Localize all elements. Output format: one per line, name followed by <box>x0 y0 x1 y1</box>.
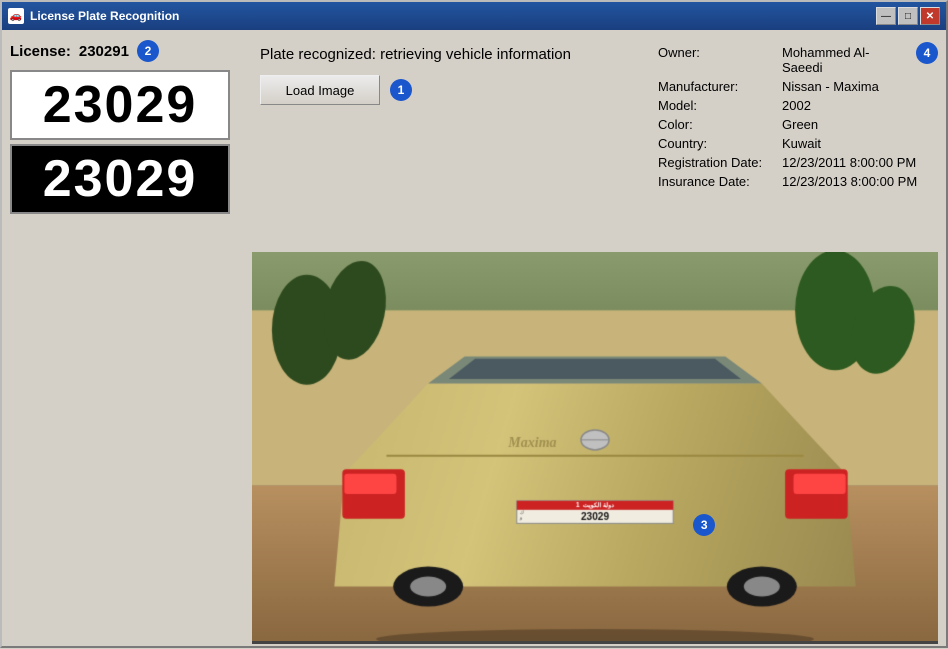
license-number: 230291 <box>79 43 129 60</box>
badge-4: 4 <box>916 42 938 64</box>
owner-label: Owner: <box>658 45 778 60</box>
plate-image-top: 23029 <box>10 70 230 140</box>
load-btn-row: Load Image 1 <box>260 75 648 105</box>
title-bar-buttons: — □ ✕ <box>876 7 940 25</box>
main-window: 🚗 License Plate Recognition — □ ✕ Licens… <box>0 0 948 648</box>
model-label: Model: <box>658 98 778 113</box>
badge-2: 2 <box>137 40 159 62</box>
car-canvas <box>252 252 938 641</box>
title-bar: 🚗 License Plate Recognition — □ ✕ <box>2 2 946 30</box>
owner-row: Owner: Mohammed Al-Saeedi 4 <box>658 42 938 75</box>
plate-number-white: 23029 <box>43 75 198 135</box>
title-bar-left: 🚗 License Plate Recognition <box>8 8 179 24</box>
reg-date-row: Registration Date: 12/23/2011 8:00:00 PM <box>658 155 938 170</box>
color-label: Color: <box>658 117 778 132</box>
plate-image-bottom: 23029 <box>10 144 230 214</box>
color-row: Color: Green <box>658 117 938 132</box>
reg-date-label: Registration Date: <box>658 155 778 170</box>
close-button[interactable]: ✕ <box>920 7 940 25</box>
maximize-button[interactable]: □ <box>898 7 918 25</box>
manufacturer-label: Manufacturer: <box>658 79 778 94</box>
plate-number-dark: 23029 <box>43 149 198 209</box>
country-value: Kuwait <box>782 136 821 151</box>
manufacturer-row: Manufacturer: Nissan - Maxima <box>658 79 938 94</box>
ins-date-value: 12/23/2013 8:00:00 PM <box>782 174 917 189</box>
model-row: Model: 2002 <box>658 98 938 113</box>
car-image-area: 3 <box>252 252 938 644</box>
color-value: Green <box>782 117 818 132</box>
info-panel: Owner: Mohammed Al-Saeedi 4 Manufacturer… <box>658 38 938 248</box>
plate-panel: License: 230291 2 23029 23029 <box>10 38 250 248</box>
license-label-row: License: 230291 2 <box>10 40 250 62</box>
country-row: Country: Kuwait <box>658 136 938 151</box>
model-value: 2002 <box>782 98 811 113</box>
ins-date-row: Insurance Date: 12/23/2013 8:00:00 PM <box>658 174 938 189</box>
window-title: License Plate Recognition <box>30 9 179 23</box>
country-label: Country: <box>658 136 778 151</box>
client-area: License: 230291 2 23029 23029 Plate reco… <box>2 30 946 649</box>
window-icon: 🚗 <box>8 8 24 24</box>
license-prefix: License: <box>10 43 71 60</box>
minimize-button[interactable]: — <box>876 7 896 25</box>
owner-value: Mohammed Al-Saeedi <box>782 45 906 75</box>
load-image-button[interactable]: Load Image <box>260 75 380 105</box>
badge-1: 1 <box>390 79 412 101</box>
manufacturer-value: Nissan - Maxima <box>782 79 879 94</box>
top-section: License: 230291 2 23029 23029 Plate reco… <box>10 38 938 248</box>
reg-date-value: 12/23/2011 8:00:00 PM <box>782 155 916 170</box>
status-message: Plate recognized: retrieving vehicle inf… <box>260 46 571 63</box>
ins-date-label: Insurance Date: <box>658 174 778 189</box>
middle-panel: Plate recognized: retrieving vehicle inf… <box>260 38 648 248</box>
status-text: Plate recognized: retrieving vehicle inf… <box>260 46 648 63</box>
